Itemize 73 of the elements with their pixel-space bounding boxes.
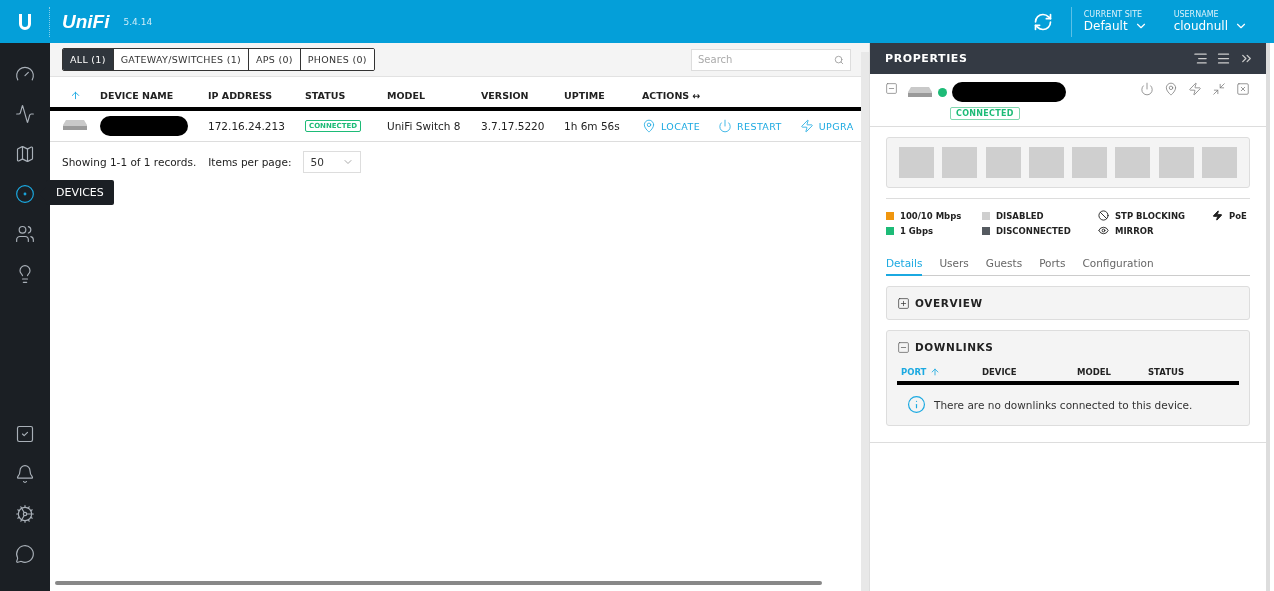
scrollbar[interactable] bbox=[861, 52, 869, 591]
filter-tab[interactable]: APS (0) bbox=[248, 49, 300, 70]
switch-icon bbox=[63, 120, 87, 130]
table-cell-text: 3.7.17.5220 bbox=[481, 120, 546, 132]
port[interactable] bbox=[1028, 147, 1064, 178]
empty-message: There are no downlinks connected to this device. bbox=[934, 398, 1193, 411]
logo-icon bbox=[16, 11, 33, 32]
shrink-icon[interactable] bbox=[1212, 82, 1226, 96]
tab[interactable]: Guests bbox=[985, 255, 1023, 276]
legend-label: PoE bbox=[1229, 210, 1247, 221]
port[interactable] bbox=[1072, 147, 1108, 178]
pin-icon bbox=[642, 119, 656, 133]
username-label: USERNAME bbox=[1173, 10, 1220, 19]
port[interactable] bbox=[1201, 147, 1237, 178]
close-icon[interactable] bbox=[1236, 82, 1250, 96]
power-icon[interactable] bbox=[1140, 82, 1154, 96]
column-header[interactable]: MODEL bbox=[387, 89, 425, 101]
legend-label: DISABLED bbox=[996, 210, 1044, 221]
column-header[interactable]: DEVICE bbox=[982, 367, 1077, 377]
legend-label: STP BLOCKING bbox=[1115, 210, 1185, 221]
tab[interactable]: Configuration bbox=[1082, 255, 1154, 276]
status-dot bbox=[938, 87, 947, 97]
expand-icon[interactable] bbox=[897, 296, 910, 310]
search-icon bbox=[834, 54, 844, 65]
legend-label: 1 Gbps bbox=[900, 225, 934, 236]
section-title: OVERVIEW bbox=[915, 297, 983, 309]
bolt-icon bbox=[1212, 210, 1223, 221]
pin-icon[interactable] bbox=[1164, 82, 1178, 96]
panel-title: PROPERTIES bbox=[885, 52, 968, 65]
lines-icon[interactable] bbox=[1193, 51, 1208, 66]
sort-arrow-icon[interactable] bbox=[69, 89, 81, 101]
filter-tab[interactable]: GATEWAY/SWITCHES (1) bbox=[112, 49, 248, 70]
menu-icon[interactable] bbox=[1216, 51, 1231, 66]
table-cell-text: UniFi Switch 8 bbox=[387, 120, 462, 132]
records-summary: Showing 1-1 of 1 records. bbox=[62, 156, 197, 168]
column-header[interactable]: DEVICE NAME bbox=[100, 89, 174, 101]
blocked-icon bbox=[1098, 210, 1109, 221]
port[interactable] bbox=[1158, 147, 1194, 178]
column-header[interactable]: IP ADDRESS bbox=[208, 89, 272, 101]
logo-text: UniFi bbox=[62, 10, 110, 33]
search-field[interactable]: Search bbox=[691, 48, 851, 71]
column-header[interactable]: ACTIONS ↔ bbox=[642, 89, 701, 101]
power-icon bbox=[718, 119, 733, 133]
legend-label: DISCONNECTED bbox=[996, 225, 1071, 236]
port[interactable] bbox=[942, 147, 978, 178]
per-page-label: Items per page: bbox=[208, 156, 292, 168]
tab[interactable]: Users bbox=[939, 255, 969, 276]
sort-arrow-icon bbox=[930, 367, 941, 377]
column-header[interactable]: VERSION bbox=[481, 89, 529, 101]
status-badge: CONNECTED bbox=[950, 107, 1020, 120]
per-page-select[interactable]: 50 bbox=[303, 151, 362, 173]
column-header[interactable]: UPTIME bbox=[564, 89, 605, 101]
section-title: DOWNLINKS bbox=[915, 341, 994, 353]
legend-label: 100/10 Mbps bbox=[900, 210, 962, 221]
switch-icon bbox=[908, 87, 932, 97]
column-header[interactable]: MODEL bbox=[1077, 367, 1148, 377]
version-label: 5.4.14 bbox=[123, 16, 153, 27]
column-header[interactable]: STATUS bbox=[305, 89, 346, 101]
table-cell-text: 1h 6m 56s bbox=[564, 120, 621, 132]
port[interactable] bbox=[985, 147, 1021, 178]
column-header[interactable]: STATUS bbox=[1148, 367, 1235, 377]
eye-icon bbox=[1098, 225, 1109, 236]
legend-label: MIRROR bbox=[1115, 225, 1154, 236]
filter-tab[interactable]: PHONES (0) bbox=[299, 49, 374, 70]
site-label: CURRENT SITE bbox=[1083, 10, 1144, 19]
info-icon bbox=[907, 395, 926, 414]
port[interactable] bbox=[1115, 147, 1151, 178]
tab[interactable]: Ports bbox=[1039, 255, 1066, 276]
refresh-icon[interactable] bbox=[1032, 11, 1053, 32]
collapse-icon[interactable] bbox=[897, 340, 910, 354]
table-cell-text: 172.16.24.213 bbox=[208, 120, 286, 132]
scrollbar[interactable] bbox=[55, 581, 822, 585]
filter-tab[interactable]: ALL (1) bbox=[63, 49, 113, 70]
